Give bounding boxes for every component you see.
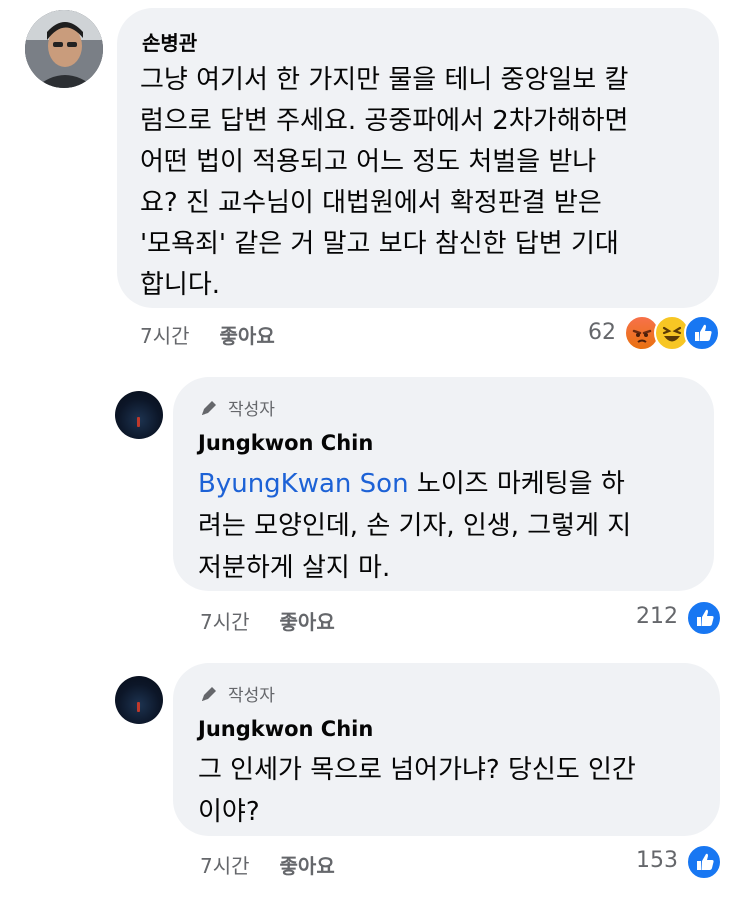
- avatar-photo: [25, 10, 103, 88]
- reaction-count[interactable]: 212: [620, 604, 678, 629]
- reply-text: 그 인세가 목으로 넘어가냐? 당신도 인간 이야?: [198, 749, 708, 833]
- comment-text-line: '모욕죄' 같은 거 말고 보다 참신한 답변 기대: [140, 229, 619, 259]
- comment-text-line: 어떤 법이 적용되고 어느 정도 처벌을 받나: [140, 147, 597, 177]
- pen-icon: [202, 686, 216, 701]
- reply-text-line: 그 인세가 목으로 넘어가냐? 당신도 인간: [198, 755, 636, 785]
- pen-icon: [202, 400, 216, 415]
- reply-bubble: 작성자 Jungkwon Chin 그 인세가 목으로 넘어가냐? 당신도 인간…: [173, 663, 720, 836]
- like-icon: [684, 315, 720, 351]
- author-tag-label: 작성자: [228, 400, 275, 420]
- author-tag: 작성자: [198, 681, 275, 706]
- reply-time[interactable]: 7시간: [200, 610, 250, 634]
- like-button[interactable]: 좋아요: [280, 854, 335, 878]
- comment-text: 그냥 여기서 한 가지만 물을 테니 중앙일보 칼 럼으로 답변 주세요. 공중…: [140, 60, 715, 306]
- comment-text-line: 그냥 여기서 한 가지만 물을 테니 중앙일보 칼: [140, 65, 629, 95]
- avatar-detail: [137, 702, 140, 712]
- mention-link[interactable]: ByungKwan Son: [198, 469, 409, 499]
- comment-bubble: 손병관 그냥 여기서 한 가지만 물을 테니 중앙일보 칼 럼으로 답변 주세요…: [117, 8, 719, 308]
- like-button[interactable]: 좋아요: [220, 324, 275, 348]
- avatar-detail: [137, 417, 140, 427]
- comment-text-line: 요? 진 교수님이 대법원에서 확정판결 받은: [140, 188, 602, 218]
- reply-text-line: 려는 모양인데, 손 기자, 인생, 그렇게 지: [198, 511, 632, 541]
- comment-time[interactable]: 7시간: [140, 324, 190, 348]
- comment-meta: 7시간 좋아요: [140, 320, 275, 349]
- comment-text-line: 럼으로 답변 주세요. 공중파에서 2차가해하면: [140, 106, 629, 136]
- avatar[interactable]: [25, 10, 103, 88]
- reply-time[interactable]: 7시간: [200, 854, 250, 878]
- reply-meta: 7시간 좋아요: [200, 606, 335, 635]
- author-tag-label: 작성자: [228, 686, 275, 706]
- reply-bubble: 작성자 Jungkwon Chin ByungKwan Son 노이즈 마케팅을…: [173, 377, 714, 591]
- comment-text-line: 합니다.: [140, 270, 221, 300]
- like-icon: [686, 844, 722, 880]
- like-icon: [686, 600, 722, 636]
- comment-author[interactable]: 손병관: [142, 27, 197, 56]
- author-tag: 작성자: [198, 395, 275, 420]
- like-button[interactable]: 좋아요: [280, 610, 335, 634]
- reply-text-line: ByungKwan Son 노이즈 마케팅을 하: [198, 463, 708, 505]
- reply-meta: 7시간 좋아요: [200, 850, 335, 879]
- reply-text-line: 저분하게 살지 마.: [198, 553, 391, 583]
- avatar[interactable]: [115, 391, 163, 439]
- reaction-count[interactable]: 62: [560, 320, 616, 345]
- reply-author[interactable]: Jungkwon Chin: [198, 431, 373, 455]
- avatar[interactable]: [115, 676, 163, 724]
- reply-text: ByungKwan Son 노이즈 마케팅을 하 려는 모양인데, 손 기자, …: [198, 463, 708, 589]
- reply-author[interactable]: Jungkwon Chin: [198, 717, 373, 741]
- reply-text-span: 노이즈 마케팅을 하: [416, 469, 625, 499]
- reaction-count[interactable]: 153: [620, 848, 678, 873]
- reply-text-line: 이야?: [198, 797, 260, 827]
